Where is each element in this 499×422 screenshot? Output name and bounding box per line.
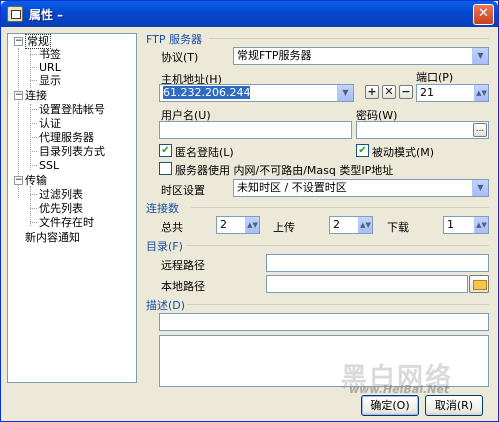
- tree-item-bookmarks[interactable]: 书签: [39, 48, 61, 61]
- tree-line: [30, 123, 37, 124]
- tree-item-transfer[interactable]: 传输: [25, 174, 47, 187]
- protocol-label: 协议(T): [161, 51, 199, 64]
- section-divider: [209, 38, 489, 39]
- directory-section-title: 目录(F): [146, 240, 183, 253]
- username-input[interactable]: [159, 121, 352, 139]
- tree-item-proxy[interactable]: 代理服务器: [39, 131, 94, 144]
- download-connections-value: 1: [447, 218, 454, 231]
- tree-item-url[interactable]: URL: [39, 61, 61, 74]
- tree-line: [30, 54, 37, 55]
- tree-item-listing[interactable]: 目录列表方式: [39, 145, 105, 158]
- tree-line: [30, 208, 37, 209]
- chevron-down-icon: ▼: [472, 180, 488, 196]
- tree-line: [30, 222, 37, 223]
- spin-arrows-icon[interactable]: ▲▼: [245, 217, 259, 233]
- tree-item-notify[interactable]: 新内容通知: [25, 231, 80, 244]
- password-input[interactable]: [356, 121, 489, 139]
- protocol-select[interactable]: 常规FTP服务器 ▼: [233, 47, 489, 65]
- anonymous-label: 匿名登陆(L): [175, 146, 234, 159]
- spin-arrows-icon[interactable]: ▲▼: [358, 217, 372, 233]
- protocol-select-value: 常规FTP服务器: [237, 49, 312, 62]
- tree-item-priority[interactable]: 优先列表: [39, 202, 83, 215]
- tree-item-label: 常规: [25, 34, 51, 49]
- download-connections-input[interactable]: 1 ▲▼: [443, 216, 489, 234]
- remove-host-button[interactable]: ✕: [382, 85, 396, 99]
- password-options-button[interactable]: ...: [473, 123, 487, 137]
- tree-item-filter[interactable]: 过滤列表: [39, 188, 83, 201]
- upload-label: 上传: [273, 221, 295, 234]
- settings-panel: FTP 服务器 协议(T) 常规FTP服务器 ▼ 主机地址(H) 端口(P) 6…: [141, 29, 493, 389]
- tree-collapse-icon[interactable]: −: [14, 37, 23, 46]
- minus-host-button[interactable]: −: [399, 85, 413, 99]
- tree-item-file-exists[interactable]: 文件存在时: [39, 216, 94, 229]
- total-label: 总共: [161, 221, 183, 234]
- ok-button[interactable]: 确定(O): [361, 395, 419, 416]
- chevron-down-icon: ▼: [472, 48, 488, 64]
- host-input-value: 61.232.206.244: [163, 86, 251, 99]
- port-input-value: 21: [420, 86, 434, 99]
- connections-section-title: 连接数: [146, 202, 179, 215]
- anonymous-checkbox[interactable]: ✔: [159, 144, 172, 157]
- tree-item-display[interactable]: 显示: [39, 74, 61, 87]
- section-divider: [187, 245, 489, 246]
- passive-mode-checkbox[interactable]: ✔: [356, 144, 369, 157]
- folder-icon[interactable]: [469, 275, 489, 293]
- tree-line: [30, 186, 31, 226]
- spin-arrows-icon[interactable]: ▲▼: [474, 217, 488, 233]
- host-input[interactable]: 61.232.206.244 ▼: [159, 84, 354, 102]
- tree-line: [30, 194, 37, 195]
- total-connections-value: 2: [220, 218, 227, 231]
- local-path-input[interactable]: [266, 275, 468, 293]
- title-bar[interactable]: 属性 – ✕: [1, 1, 498, 27]
- intranet-ip-checkbox[interactable]: [159, 162, 172, 175]
- download-label: 下载: [387, 221, 409, 234]
- tree-collapse-icon[interactable]: −: [14, 91, 23, 100]
- upload-connections-value: 2: [333, 218, 340, 231]
- close-button[interactable]: ✕: [473, 4, 494, 25]
- section-divider: [191, 207, 489, 208]
- window-icon: [7, 6, 23, 22]
- category-tree: − 常规 书签 URL 显示 − 连接 设置登陆帐号 认证 代理服务器 目录列表…: [7, 33, 137, 383]
- spin-arrows-icon[interactable]: ▲▼: [474, 85, 488, 101]
- description-input[interactable]: [159, 313, 489, 331]
- passive-mode-label: 被动模式(M): [372, 146, 435, 159]
- local-path-label: 本地路径: [161, 280, 205, 293]
- port-input[interactable]: 21 ▲▼: [416, 84, 489, 102]
- tree-item-general[interactable]: 常规: [25, 34, 51, 49]
- description-section-title: 描述(D): [146, 299, 186, 312]
- tree-line: [30, 80, 37, 81]
- port-label: 端口(P): [416, 71, 454, 84]
- tree-line: [30, 165, 37, 166]
- section-divider: [187, 304, 489, 305]
- upload-connections-input[interactable]: 2 ▲▼: [329, 216, 373, 234]
- window-title: 属性 –: [29, 8, 64, 22]
- chevron-down-icon: ▼: [337, 85, 353, 101]
- tree-line: [30, 137, 37, 138]
- tree-line: [30, 109, 37, 110]
- add-host-button[interactable]: +: [365, 85, 379, 99]
- tree-item-login-account[interactable]: 设置登陆帐号: [39, 103, 105, 116]
- tree-line: [30, 151, 37, 152]
- properties-dialog: 属性 – ✕ − 常规 书签 URL 显示 − 连接 设置登陆帐号 认证 代理服…: [0, 0, 499, 422]
- total-connections-input[interactable]: 2 ▲▼: [216, 216, 260, 234]
- ftp-section-title: FTP 服务器: [146, 33, 202, 46]
- tree-line: [30, 67, 37, 68]
- tree-item-auth[interactable]: 认证: [39, 117, 61, 130]
- tree-collapse-icon[interactable]: −: [14, 176, 23, 185]
- tree-item-connection[interactable]: 连接: [25, 89, 47, 102]
- timezone-select[interactable]: 未知时区 / 不设置时区 ▼: [233, 179, 489, 197]
- remote-path-label: 远程路径: [161, 259, 205, 272]
- intranet-ip-label: 服务器使用 内网/不可路由/Masq 类型IP地址: [175, 164, 394, 177]
- remote-path-input[interactable]: [266, 254, 489, 272]
- timezone-select-value: 未知时区 / 不设置时区: [237, 181, 347, 194]
- timezone-label: 时区设置: [161, 184, 205, 197]
- cancel-button[interactable]: 取消(R): [425, 395, 483, 416]
- tree-item-ssl[interactable]: SSL: [39, 159, 59, 172]
